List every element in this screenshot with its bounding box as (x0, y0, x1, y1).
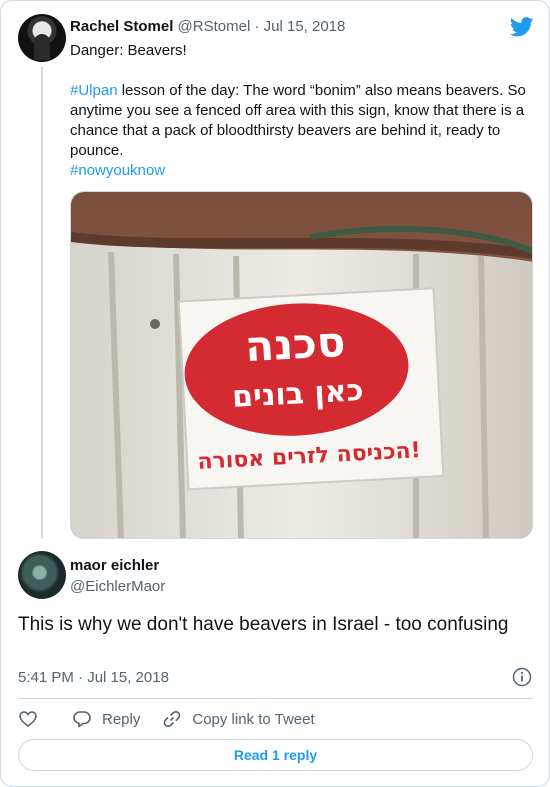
reply-button[interactable]: Reply (72, 709, 140, 729)
link-icon (164, 710, 181, 728)
info-icon[interactable] (512, 667, 532, 687)
hashtag-ulpan[interactable]: #Ulpan (70, 82, 118, 99)
author-handle[interactable]: @RStomel (178, 18, 251, 35)
hashtag-nowyouknow[interactable]: #nowyouknow (70, 162, 165, 179)
separator: · (254, 18, 260, 35)
twitter-bird-icon[interactable] (510, 17, 534, 37)
tweet-line-2: #Ulpan lesson of the day: The word “boni… (70, 81, 532, 161)
sign-text-building: כאן בונים (231, 373, 364, 415)
thread-line (41, 67, 43, 539)
tweet-body: Danger: Beavers! #Ulpan lesson of the da… (70, 41, 532, 181)
reply-bubble-icon (73, 711, 91, 728)
sign-text-danger: סכנה (244, 317, 347, 371)
divider (18, 698, 533, 699)
reply-avatar[interactable] (18, 551, 66, 599)
avatar[interactable] (18, 14, 66, 62)
reply-label: Reply (102, 710, 141, 728)
reply-timestamp[interactable]: 5:41 PM · Jul 15, 2018 (18, 669, 169, 686)
heart-icon (19, 711, 37, 728)
copy-link-label: Copy link to Tweet (192, 710, 315, 728)
tweet-date[interactable]: Jul 15, 2018 (264, 18, 346, 35)
copy-link-button[interactable]: Copy link to Tweet (162, 709, 315, 729)
reply-author-handle[interactable]: @EichlerMaor (70, 578, 165, 595)
reply-author-name[interactable]: maor eichler (70, 557, 159, 574)
reply-text: This is why we don't have beavers in Isr… (18, 614, 509, 635)
sign-photo: סכנה כאן בונים הכניסה לזרים אסורה! (71, 192, 532, 538)
author-name[interactable]: Rachel Stomel (70, 18, 173, 35)
read-reply-button[interactable]: Read 1 reply (18, 739, 533, 771)
tweet-line-1: Danger: Beavers! (70, 42, 187, 59)
like-button[interactable] (18, 709, 38, 729)
tweet-header: Rachel Stomel @RStomel · Jul 15, 2018 (70, 18, 345, 35)
tweet-photo[interactable]: סכנה כאן בונים הכניסה לזרים אסורה! (70, 191, 533, 539)
action-bar: Reply Copy link to Tweet (18, 707, 315, 731)
tweet-embed-card: Rachel Stomel @RStomel · Jul 15, 2018 Da… (0, 0, 550, 787)
tweet-line-2-text: lesson of the day: The word “bonim” also… (70, 82, 526, 159)
